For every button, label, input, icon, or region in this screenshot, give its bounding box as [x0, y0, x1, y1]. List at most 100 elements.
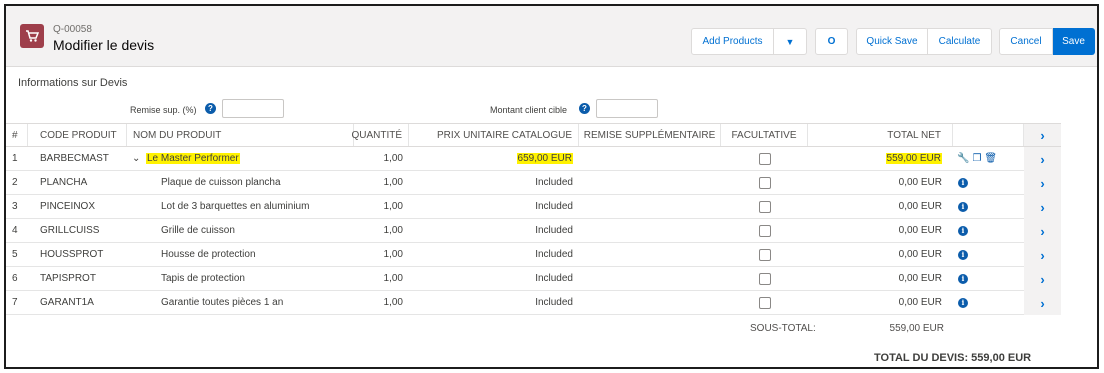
header-nav[interactable]: ›	[1024, 124, 1061, 146]
row-nav[interactable]: ›	[1024, 291, 1061, 315]
calculate-button[interactable]: Calculate	[928, 28, 992, 55]
target-amount-input[interactable]	[596, 99, 658, 118]
target-amount-label: Montant client cible	[490, 105, 568, 115]
row-number: 2	[12, 177, 18, 188]
col-extra-discount[interactable]: REMISE SUPPLÉMENTAIRE	[579, 124, 721, 146]
list-price: Included	[535, 249, 573, 260]
quantity[interactable]: 1,00	[354, 243, 403, 266]
table-row[interactable]: 5 HOUSSPROT Housse de protection 1,00 In…	[6, 243, 1061, 267]
page-title: Modifier le devis	[53, 37, 155, 53]
col-product-code[interactable]: CODE PRODUIT	[28, 124, 127, 146]
subtotal-value: 559,00 EUR	[889, 323, 944, 334]
quantity[interactable]: 1,00	[354, 147, 403, 170]
table-header-row: # CODE PRODUIT NOM DU PRODUIT QUANTITÉ P…	[6, 123, 1061, 147]
copy-icon[interactable]: ❐	[972, 153, 981, 164]
table-row[interactable]: 1 BARBECMAST ⌄ Le Master Performer 1,00 …	[6, 147, 1061, 171]
info-icon[interactable]: i	[958, 243, 968, 266]
help-icon[interactable]: ?	[579, 103, 590, 114]
info-icon[interactable]: i	[958, 171, 968, 194]
row-nav[interactable]: ›	[1024, 147, 1061, 171]
product-name: Le Master Performer	[146, 153, 240, 164]
product-code: HOUSSPROT	[40, 249, 104, 260]
page-header: Q-00058 Modifier le devis Add Products ▼…	[6, 6, 1097, 67]
help-icon[interactable]: ?	[205, 103, 216, 114]
circle-button[interactable]: O	[815, 28, 848, 55]
net-total: 0,00 EUR	[898, 273, 942, 284]
row-number: 1	[12, 153, 18, 164]
quantity[interactable]: 1,00	[354, 267, 403, 290]
optional-checkbox[interactable]	[759, 291, 771, 314]
quote-total: TOTAL DU DEVIS: 559,00 EUR	[874, 352, 1032, 364]
col-optional[interactable]: FACULTATIVE	[721, 124, 808, 146]
product-name: Tapis de protection	[161, 273, 245, 284]
list-price: Included	[535, 273, 573, 284]
product-code: PINCEINOX	[40, 201, 96, 212]
row-nav[interactable]: ›	[1024, 243, 1061, 267]
row-nav[interactable]: ›	[1024, 171, 1061, 195]
quantity[interactable]: 1,00	[354, 219, 403, 242]
row-number: 3	[12, 201, 18, 212]
product-code: TAPISPROT	[40, 273, 96, 284]
net-total: 0,00 EUR	[898, 297, 942, 308]
optional-checkbox[interactable]	[759, 267, 771, 290]
info-icon[interactable]: i	[958, 219, 968, 242]
optional-checkbox[interactable]	[759, 243, 771, 266]
row-number: 4	[12, 225, 18, 236]
row-nav[interactable]: ›	[1024, 267, 1061, 291]
cancel-button[interactable]: Cancel	[999, 28, 1053, 55]
chevron-down-icon: ▼	[785, 36, 795, 47]
col-net-total[interactable]: TOTAL NET	[808, 124, 953, 146]
table-row[interactable]: 4 GRILLCUISS Grille de cuisson 1,00 Incl…	[6, 219, 1061, 243]
product-code: GARANT1A	[40, 297, 94, 308]
chevron-right-icon: ›	[1040, 127, 1045, 143]
product-code: GRILLCUISS	[40, 225, 100, 236]
add-products-button[interactable]: Add Products	[691, 28, 774, 55]
row-number: 5	[12, 249, 18, 260]
info-icon[interactable]: i	[958, 291, 968, 314]
quantity[interactable]: 1,00	[354, 291, 403, 314]
list-price: Included	[535, 297, 573, 308]
section-title: Informations sur Devis	[18, 77, 128, 89]
info-icon[interactable]: i	[958, 267, 968, 290]
col-list-price[interactable]: PRIX UNITAIRE CATALOGUE	[409, 124, 579, 146]
quote-number: Q-00058	[53, 24, 92, 35]
product-code: PLANCHA	[40, 177, 88, 188]
row-nav[interactable]: ›	[1024, 219, 1061, 243]
col-quantity[interactable]: QUANTITÉ	[351, 124, 409, 146]
table-row[interactable]: 6 TAPISPROT Tapis de protection 1,00 Inc…	[6, 267, 1061, 291]
row-number: 7	[12, 297, 18, 308]
optional-checkbox[interactable]	[759, 195, 771, 218]
chevron-right-icon: ›	[1040, 295, 1045, 311]
optional-checkbox[interactable]	[759, 219, 771, 242]
table-row[interactable]: 7 GARANT1A Garantie toutes pièces 1 an 1…	[6, 291, 1061, 315]
list-price: Included	[535, 225, 573, 236]
wrench-icon[interactable]: 🔧	[957, 153, 969, 164]
optional-checkbox[interactable]	[759, 171, 771, 194]
quantity[interactable]: 1,00	[354, 171, 403, 194]
quick-save-button[interactable]: Quick Save	[856, 28, 928, 55]
quantity[interactable]: 1,00	[354, 195, 403, 218]
expand-bundle[interactable]: ⌄	[132, 147, 140, 170]
table-row[interactable]: 3 PINCEINOX Lot de 3 barquettes en alumi…	[6, 195, 1061, 219]
add-products-menu-button[interactable]: ▼	[774, 28, 807, 55]
list-price: 659,00 EUR	[516, 153, 573, 164]
product-name: Plaque de cuisson plancha	[161, 177, 281, 188]
list-price: Included	[535, 177, 573, 188]
chevron-right-icon: ›	[1040, 247, 1045, 263]
product-name: Housse de protection	[161, 249, 256, 260]
chevron-right-icon: ›	[1040, 271, 1045, 287]
discount-input[interactable]	[222, 99, 284, 118]
product-code: BARBECMAST	[40, 153, 109, 164]
save-button[interactable]: Save	[1053, 28, 1095, 55]
trash-icon[interactable]: 🗑	[984, 153, 997, 164]
table-row[interactable]: 2 PLANCHA Plaque de cuisson plancha 1,00…	[6, 171, 1061, 195]
product-name: Grille de cuisson	[161, 225, 235, 236]
product-name: Garantie toutes pièces 1 an	[161, 297, 284, 308]
quote-editor: Q-00058 Modifier le devis Add Products ▼…	[4, 4, 1099, 369]
optional-checkbox[interactable]	[759, 147, 771, 170]
info-icon[interactable]: i	[958, 195, 968, 218]
product-name: Lot de 3 barquettes en aluminium	[161, 201, 310, 212]
chevron-down-icon: ⌄	[132, 153, 141, 164]
col-product-name[interactable]: NOM DU PRODUIT	[127, 124, 354, 146]
row-nav[interactable]: ›	[1024, 195, 1061, 219]
